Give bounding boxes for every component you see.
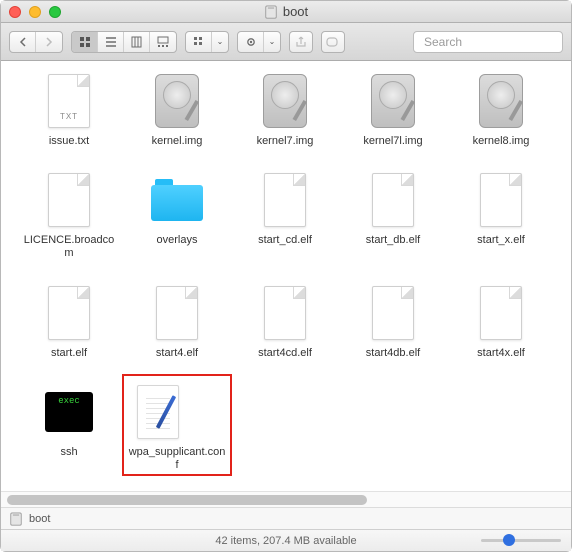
search-field[interactable]: [413, 31, 563, 53]
config-file-icon: [137, 385, 179, 439]
search-input[interactable]: [424, 35, 572, 49]
file-label: kernel7.img: [257, 135, 314, 148]
share-button[interactable]: [289, 31, 313, 53]
file-label: start_x.elf: [477, 234, 525, 247]
file-label: kernel.img: [152, 135, 203, 148]
generic-file-icon: [156, 286, 198, 340]
share-icon: [290, 32, 312, 52]
file-label: start.elf: [51, 347, 87, 360]
file-label: wpa_supplicant.conf: [128, 446, 226, 472]
tags-button[interactable]: [321, 31, 345, 53]
close-window-button[interactable]: [9, 6, 21, 18]
folder-icon: [151, 179, 203, 221]
file-item[interactable]: start_db.elf: [343, 170, 443, 260]
disk-image-icon: [263, 74, 307, 128]
file-item[interactable]: kernel.img: [127, 71, 227, 148]
file-item[interactable]: start4cd.elf: [235, 283, 335, 360]
scrollbar-thumb[interactable]: [7, 495, 367, 505]
file-label: overlays: [157, 234, 198, 247]
forward-button[interactable]: [36, 32, 62, 52]
view-mode-buttons: [71, 31, 177, 53]
exec-file-icon: exec: [45, 392, 93, 432]
arrange-icon: [186, 32, 212, 52]
tag-icon: [322, 32, 344, 52]
icon-view-button[interactable]: [72, 32, 98, 52]
file-grid-area[interactable]: TXT issue.txt kernel.img kernel7.img kernel7…: [1, 61, 571, 491]
file-label: LICENCE.broadcom: [20, 234, 118, 260]
window-title-text: boot: [283, 4, 308, 19]
generic-file-icon: [480, 173, 522, 227]
text-file-icon: TXT: [48, 74, 90, 128]
generic-file-icon: [480, 286, 522, 340]
zoom-window-button[interactable]: [49, 6, 61, 18]
file-item[interactable]: start.elf: [19, 283, 119, 360]
file-item[interactable]: LICENCE.broadcom: [19, 170, 119, 260]
file-label: issue.txt: [49, 135, 89, 148]
file-item[interactable]: exec ssh: [19, 382, 119, 472]
file-item[interactable]: kernel7.img: [235, 71, 335, 148]
annotation-highlight: wpa_supplicant.conf: [122, 374, 232, 476]
generic-file-icon: [264, 286, 306, 340]
action-menu[interactable]: ⌄: [237, 31, 281, 53]
generic-file-icon: [372, 173, 414, 227]
path-location: boot: [29, 513, 50, 525]
file-item[interactable]: start4x.elf: [451, 283, 551, 360]
file-label: start4.elf: [156, 347, 198, 360]
file-label: kernel7l.img: [363, 135, 422, 148]
horizontal-scrollbar[interactable]: [1, 491, 571, 507]
status-text: 42 items, 207.4 MB available: [215, 535, 356, 547]
file-label: ssh: [60, 446, 77, 459]
file-item[interactable]: wpa_supplicant.conf: [127, 382, 227, 472]
file-label: start4cd.elf: [258, 347, 312, 360]
column-view-button[interactable]: [124, 32, 150, 52]
file-label: start_cd.elf: [258, 234, 312, 247]
generic-file-icon: [264, 173, 306, 227]
toolbar: ⌄ ⌄: [1, 23, 571, 61]
volume-icon: [264, 5, 278, 19]
gallery-view-button[interactable]: [150, 32, 176, 52]
file-item[interactable]: start_cd.elf: [235, 170, 335, 260]
icon-size-slider[interactable]: [481, 539, 561, 542]
disk-image-icon: [155, 74, 199, 128]
file-item[interactable]: TXT issue.txt: [19, 71, 119, 148]
arrange-menu[interactable]: ⌄: [185, 31, 229, 53]
titlebar: boot: [1, 1, 571, 23]
file-item[interactable]: overlays: [127, 170, 227, 260]
volume-icon: [9, 512, 23, 526]
file-label: start4x.elf: [477, 347, 525, 360]
file-item[interactable]: start4db.elf: [343, 283, 443, 360]
path-bar[interactable]: boot: [1, 507, 571, 529]
disk-image-icon: [371, 74, 415, 128]
chevron-down-icon: ⌄: [212, 32, 228, 52]
file-item[interactable]: start4.elf: [127, 283, 227, 360]
window-title: boot: [1, 4, 571, 19]
nav-buttons: [9, 31, 63, 53]
gear-icon: [238, 32, 264, 52]
file-label: start4db.elf: [366, 347, 420, 360]
status-bar: 42 items, 207.4 MB available: [1, 529, 571, 551]
file-label: kernel8.img: [473, 135, 530, 148]
window-controls: [9, 6, 61, 18]
chevron-down-icon: ⌄: [264, 32, 280, 52]
file-item[interactable]: kernel7l.img: [343, 71, 443, 148]
disk-image-icon: [479, 74, 523, 128]
generic-file-icon: [48, 173, 90, 227]
file-item[interactable]: start_x.elf: [451, 170, 551, 260]
minimize-window-button[interactable]: [29, 6, 41, 18]
generic-file-icon: [48, 286, 90, 340]
list-view-button[interactable]: [98, 32, 124, 52]
file-label: start_db.elf: [366, 234, 420, 247]
generic-file-icon: [372, 286, 414, 340]
back-button[interactable]: [10, 32, 36, 52]
file-item[interactable]: kernel8.img: [451, 71, 551, 148]
